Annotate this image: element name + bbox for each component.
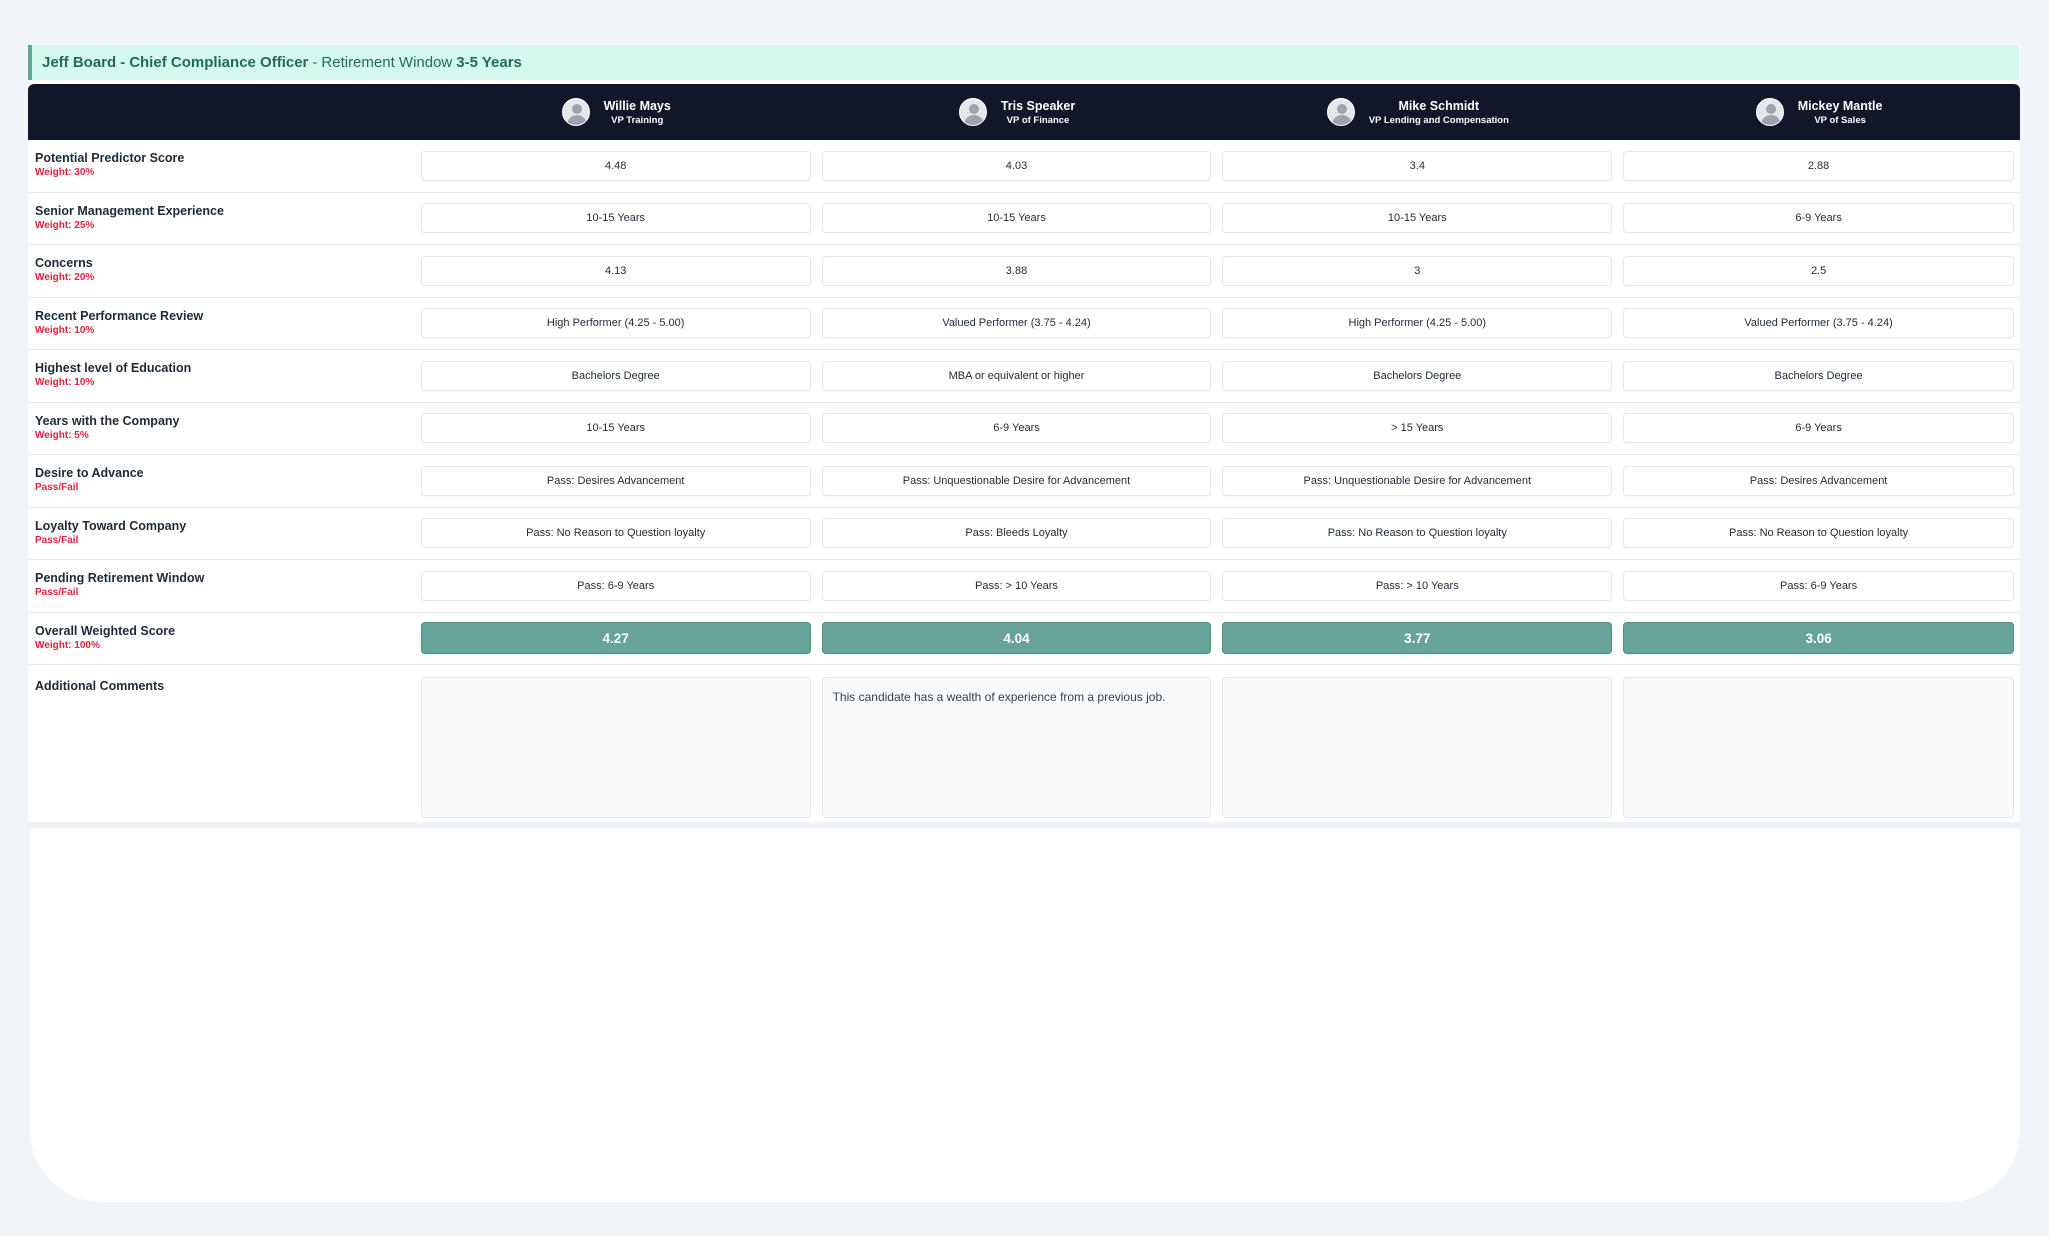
criterion-value[interactable]: Pass: No Reason to Question loyalty	[1623, 518, 2014, 549]
avatar	[958, 98, 987, 126]
criterion-row: Desire to Advance Pass/Fail Pass: Desires …	[28, 455, 2020, 508]
criterion-value[interactable]: 4.13	[420, 255, 811, 286]
candidate-role: VP of Sales	[1814, 114, 1866, 126]
candidate-name: Willie Mays	[603, 98, 671, 113]
criterion-weight: Pass/Fail	[35, 587, 79, 599]
candidate-name: Tris Speaker	[1000, 98, 1076, 113]
criterion-weight: Weight: 100%	[35, 639, 100, 651]
criterion-name: Concerns	[35, 256, 93, 271]
overall-score-value: 4.27	[420, 622, 811, 655]
criterion-row: Recent Performance Review Weight: 10% High…	[28, 297, 2020, 350]
criterion-value[interactable]: Valued Performer (3.75 - 4.24)	[821, 308, 1212, 339]
criterion-row: Concerns Weight: 20% 4.13 3.88 3 2.5	[28, 245, 2020, 298]
candidate-header: Mike Schmidt VP Lending and Compensation	[1217, 84, 1618, 140]
criterion-name: Senior Management Experience	[35, 203, 224, 218]
criterion-name: Highest level of Education	[35, 361, 192, 376]
criterion-value[interactable]: Pass: Bleeds Loyalty	[821, 518, 1212, 549]
avatar	[561, 98, 590, 126]
criterion-value[interactable]: Pass: 6-9 Years	[420, 570, 811, 601]
criterion-value[interactable]: High Performer (4.25 - 5.00)	[1222, 308, 1613, 339]
avatar	[1326, 98, 1355, 126]
criterion-row: Senior Management Experience Weight: 25% 1…	[28, 192, 2020, 245]
criterion-value[interactable]: Pass: Unquestionable Desire for Advancem…	[821, 465, 1212, 496]
overall-score-value: 3.06	[1623, 622, 2014, 655]
criterion-value[interactable]: 10-15 Years	[1222, 203, 1613, 234]
criterion-name: Loyalty Toward Company	[35, 518, 187, 533]
title-person: Jeff Board	[42, 54, 117, 71]
overall-score-row: Overall Weighted Score Weight: 100% 4.27…	[28, 612, 2020, 665]
criterion-value[interactable]: Pass: Desires Advancement	[1623, 465, 2014, 496]
candidate-header: Mickey Mantle VP of Sales	[1618, 84, 2020, 140]
criterion-value[interactable]: Bachelors Degree	[420, 360, 811, 391]
criterion-value[interactable]: 3.88	[821, 255, 1212, 286]
criterion-value[interactable]: 6-9 Years	[821, 413, 1212, 444]
criterion-name: Overall Weighted Score	[35, 623, 176, 638]
comment-textarea[interactable]	[420, 677, 811, 818]
criterion-value[interactable]: 10-15 Years	[821, 203, 1212, 234]
avatar	[1755, 98, 1784, 126]
criterion-value[interactable]: Bachelors Degree	[1222, 360, 1613, 391]
overall-score-value: 3.77	[1222, 622, 1613, 655]
criterion-row: Potential Predictor Score Weight: 30% 4.48…	[28, 140, 2020, 193]
criterion-value[interactable]: Pass: 6-9 Years	[1623, 570, 2014, 601]
criterion-value[interactable]: High Performer (4.25 - 5.00)	[420, 308, 811, 339]
criterion-weight: Pass/Fail	[35, 534, 79, 546]
criterion-value[interactable]: Bachelors Degree	[1623, 360, 2014, 391]
criterion-value[interactable]: 2.5	[1623, 255, 2014, 286]
criterion-value[interactable]: Pass: > 10 Years	[821, 570, 1212, 601]
criterion-value[interactable]: 4.03	[821, 150, 1212, 181]
criterion-value[interactable]: 6-9 Years	[1623, 413, 2014, 444]
title-position: Chief Compliance Officer	[129, 54, 309, 71]
candidate-header: Willie Mays VP Training	[416, 84, 817, 140]
candidate-name: Mickey Mantle	[1797, 98, 1883, 113]
criterion-name: Potential Predictor Score	[35, 151, 185, 166]
candidate-header: Tris Speaker VP of Finance	[817, 84, 1218, 140]
criterion-value[interactable]: 3.4	[1222, 150, 1613, 181]
criterion-value[interactable]: Pass: Desires Advancement	[420, 465, 811, 496]
candidate-header-row: Willie Mays VP Training Tris Speaker VP …	[28, 84, 2020, 140]
criterion-weight: Weight: 20%	[35, 272, 95, 284]
criterion-value[interactable]: 10-15 Years	[420, 203, 811, 234]
criterion-value[interactable]: Pass: > 10 Years	[1222, 570, 1613, 601]
criterion-weight: Weight: 5%	[35, 429, 89, 441]
criterion-value[interactable]: 2.88	[1623, 150, 2014, 181]
criterion-weight: Weight: 25%	[35, 219, 95, 231]
candidate-role: VP Lending and Compensation	[1368, 114, 1509, 126]
criterion-value[interactable]: Pass: No Reason to Question loyalty	[420, 518, 811, 549]
criterion-value[interactable]: 4.48	[420, 150, 811, 181]
criterion-row: Years with the Company Weight: 5% 10-15 Ye…	[28, 402, 2020, 455]
criterion-value[interactable]: Valued Performer (3.75 - 4.24)	[1623, 308, 2014, 339]
criterion-weight: Weight: 10%	[35, 324, 95, 336]
criterion-value[interactable]: > 15 Years	[1222, 413, 1613, 444]
comment-textarea[interactable]: This candidate has a wealth of experienc…	[821, 677, 1212, 818]
criterion-name: Years with the Company	[35, 413, 180, 428]
criterion-weight: Weight: 10%	[35, 377, 95, 389]
criterion-row: Loyalty Toward Company Pass/Fail Pass: No …	[28, 507, 2020, 560]
criterion-value[interactable]: Pass: Unquestionable Desire for Advancem…	[1222, 465, 1613, 496]
comment-textarea[interactable]	[1623, 677, 2014, 818]
title-window-label: Retirement Window	[321, 54, 453, 71]
criterion-value[interactable]: 3	[1222, 255, 1613, 286]
comments-row: Additional Comments This candidate has a…	[28, 665, 2020, 828]
criterion-name: Pending Retirement Window	[35, 571, 205, 586]
criterion-name: Recent Performance Review	[35, 308, 204, 323]
criterion-name: Desire to Advance	[35, 466, 144, 481]
comment-textarea[interactable]	[1222, 677, 1613, 818]
page-title: Jeff Board - Chief Compliance Officer - …	[28, 45, 2019, 80]
comparison-table: Willie Mays VP Training Tris Speaker VP …	[28, 84, 2020, 828]
criterion-weight: Pass/Fail	[35, 482, 79, 494]
criterion-value[interactable]: Pass: No Reason to Question loyalty	[1222, 518, 1613, 549]
criterion-row: Highest level of Education Weight: 10% Bac…	[28, 350, 2020, 403]
candidate-name: Mike Schmidt	[1398, 98, 1480, 113]
overall-score-value: 4.04	[821, 622, 1212, 655]
criterion-weight: Weight: 30%	[35, 167, 95, 179]
candidate-role: VP Training	[611, 114, 664, 126]
candidate-role: VP of Finance	[1006, 114, 1070, 126]
title-window-value: 3-5 Years	[456, 54, 522, 71]
criterion-value[interactable]: 6-9 Years	[1623, 203, 2014, 234]
criterion-row: Pending Retirement Window Pass/Fail Pass: …	[28, 560, 2020, 613]
criterion-value[interactable]: 10-15 Years	[420, 413, 811, 444]
comments-label: Additional Comments	[35, 679, 165, 693]
criterion-value[interactable]: MBA or equivalent or higher	[821, 360, 1212, 391]
